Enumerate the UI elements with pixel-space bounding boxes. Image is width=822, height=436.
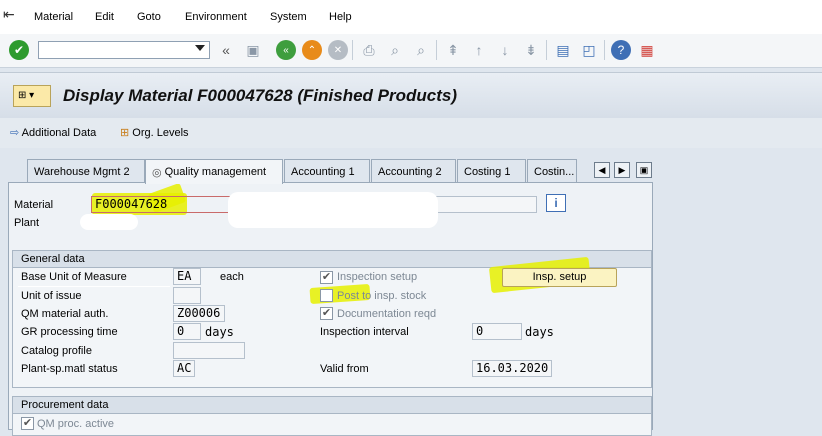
documentation-reqd-label: Documentation reqd (337, 308, 437, 320)
gr-time-label: GR processing time (21, 326, 118, 338)
redacted-area (228, 192, 438, 228)
unit-issue-label: Unit of issue (21, 290, 82, 302)
info-icon[interactable]: i (546, 194, 566, 212)
cancel-icon[interactable]: ✕ (328, 40, 348, 60)
chevron-down-icon[interactable] (195, 45, 205, 51)
valid-from-label: Valid from (320, 363, 369, 375)
transaction-menu-icon[interactable]: ⊞ ▾ (13, 85, 51, 107)
gr-time-unit: days (205, 325, 234, 339)
separator (436, 40, 437, 60)
post-to-insp-stock-checkbox[interactable] (320, 289, 333, 302)
menu-material[interactable]: Material (34, 11, 73, 23)
tab-warehouse-mgmt-2[interactable]: Warehouse Mgmt 2 (27, 159, 145, 183)
menu-goto[interactable]: Goto (137, 11, 161, 23)
prev-page-icon[interactable]: ↑ (469, 40, 489, 60)
qm-proc-active-label: QM proc. active (37, 418, 115, 430)
back-icon[interactable]: « (276, 40, 296, 60)
org-levels-button[interactable]: ⊞ Org. Levels (120, 126, 189, 139)
gr-time-field[interactable]: 0 (173, 323, 201, 340)
command-field[interactable] (38, 41, 210, 59)
find-icon[interactable]: ⌕ (385, 40, 405, 60)
menu-system[interactable]: System (270, 11, 307, 23)
menu-environment[interactable]: Environment (185, 11, 247, 23)
tab-active-icon: ◎ (152, 166, 162, 179)
separator (604, 40, 605, 60)
new-session-icon[interactable]: ▤ (553, 40, 573, 60)
plant-status-field[interactable]: AC (173, 360, 195, 377)
insp-interval-field[interactable]: 0 (472, 323, 522, 340)
catalog-field[interactable] (173, 342, 245, 359)
additional-data-button[interactable]: ⇨ Additional Data (10, 126, 96, 139)
tab-scroll-right-icon[interactable]: ▶ (614, 162, 630, 178)
shortcut-icon[interactable]: ◰ (579, 40, 599, 60)
menu-help[interactable]: Help (329, 11, 352, 23)
procurement-data-group: Procurement data (12, 396, 652, 436)
material-label: Material (14, 199, 54, 211)
collapse-icon[interactable]: « (216, 40, 236, 60)
confirm-icon[interactable]: ✔ (9, 40, 29, 60)
first-page-icon[interactable]: ⇞ (443, 40, 463, 60)
menu-window-icon[interactable]: ⇤ (3, 6, 15, 23)
base-unit-field[interactable]: EA (173, 268, 201, 285)
tab-accounting-2[interactable]: Accounting 2 (371, 159, 456, 183)
post-to-insp-stock-label: Post to insp. stock (337, 290, 427, 302)
tab-quality-management[interactable]: ◎ Quality management (145, 159, 283, 184)
separator (546, 40, 547, 60)
insp-setup-button[interactable]: Insp. setup (502, 268, 617, 287)
help-icon[interactable]: ? (611, 40, 631, 60)
tab-costing-2[interactable]: Costin... (527, 159, 577, 183)
material-field[interactable]: F000047628 (91, 196, 231, 213)
qm-auth-field[interactable]: Z00006 (173, 305, 225, 322)
tab-costing-1[interactable]: Costing 1 (457, 159, 526, 183)
qm-auth-label: QM material auth. (21, 308, 109, 320)
plant-status-label: Plant-sp.matl status (21, 363, 118, 375)
org-hierarchy-icon: ⊞ (120, 127, 130, 139)
page-title: Display Material F000047628 (Finished Pr… (63, 86, 457, 105)
save-icon[interactable]: ▣ (243, 40, 263, 60)
menu-bar: ⇤ Material Edit Goto Environment System … (0, 0, 822, 34)
menu-edit[interactable]: Edit (95, 11, 114, 23)
tab-accounting-1[interactable]: Accounting 1 (284, 159, 370, 183)
layout-icon[interactable]: ▦ (637, 40, 657, 60)
separator (352, 40, 353, 60)
insp-interval-unit: days (525, 325, 554, 339)
next-page-icon[interactable]: ↓ (495, 40, 515, 60)
documentation-reqd-checkbox[interactable]: ✔ (320, 307, 333, 320)
qm-proc-active-checkbox[interactable]: ✔ (21, 417, 34, 430)
exit-icon[interactable]: ⌃ (302, 40, 322, 60)
system-toolbar: ✔ « ▣ « ⌃ ✕ ⎙ ⌕ ⌕ ⇞ ↑ ↓ ⇟ ▤ ◰ ? ▦ (0, 34, 822, 68)
tab-scroll-left-icon[interactable]: ◀ (594, 162, 610, 178)
base-unit-label: Base Unit of Measure (21, 271, 127, 283)
catalog-label: Catalog profile (21, 345, 92, 357)
insp-interval-label: Inspection interval (320, 326, 409, 338)
print-icon[interactable]: ⎙ (359, 40, 379, 60)
find-next-icon[interactable]: ⌕ (411, 40, 431, 60)
procurement-data-title: Procurement data (13, 397, 651, 414)
tab-list-icon[interactable]: ▣ (636, 162, 652, 178)
redacted-area (80, 214, 138, 230)
arrow-right-icon: ⇨ (10, 127, 20, 139)
inspection-setup-checkbox[interactable]: ✔ (320, 271, 333, 284)
valid-from-field[interactable]: 16.03.2020 (472, 360, 552, 377)
base-unit-text: each (220, 271, 244, 283)
inspection-setup-label: Inspection setup (337, 271, 418, 283)
unit-issue-field[interactable] (173, 287, 201, 304)
plant-label: Plant (14, 217, 40, 229)
last-page-icon[interactable]: ⇟ (521, 40, 541, 60)
